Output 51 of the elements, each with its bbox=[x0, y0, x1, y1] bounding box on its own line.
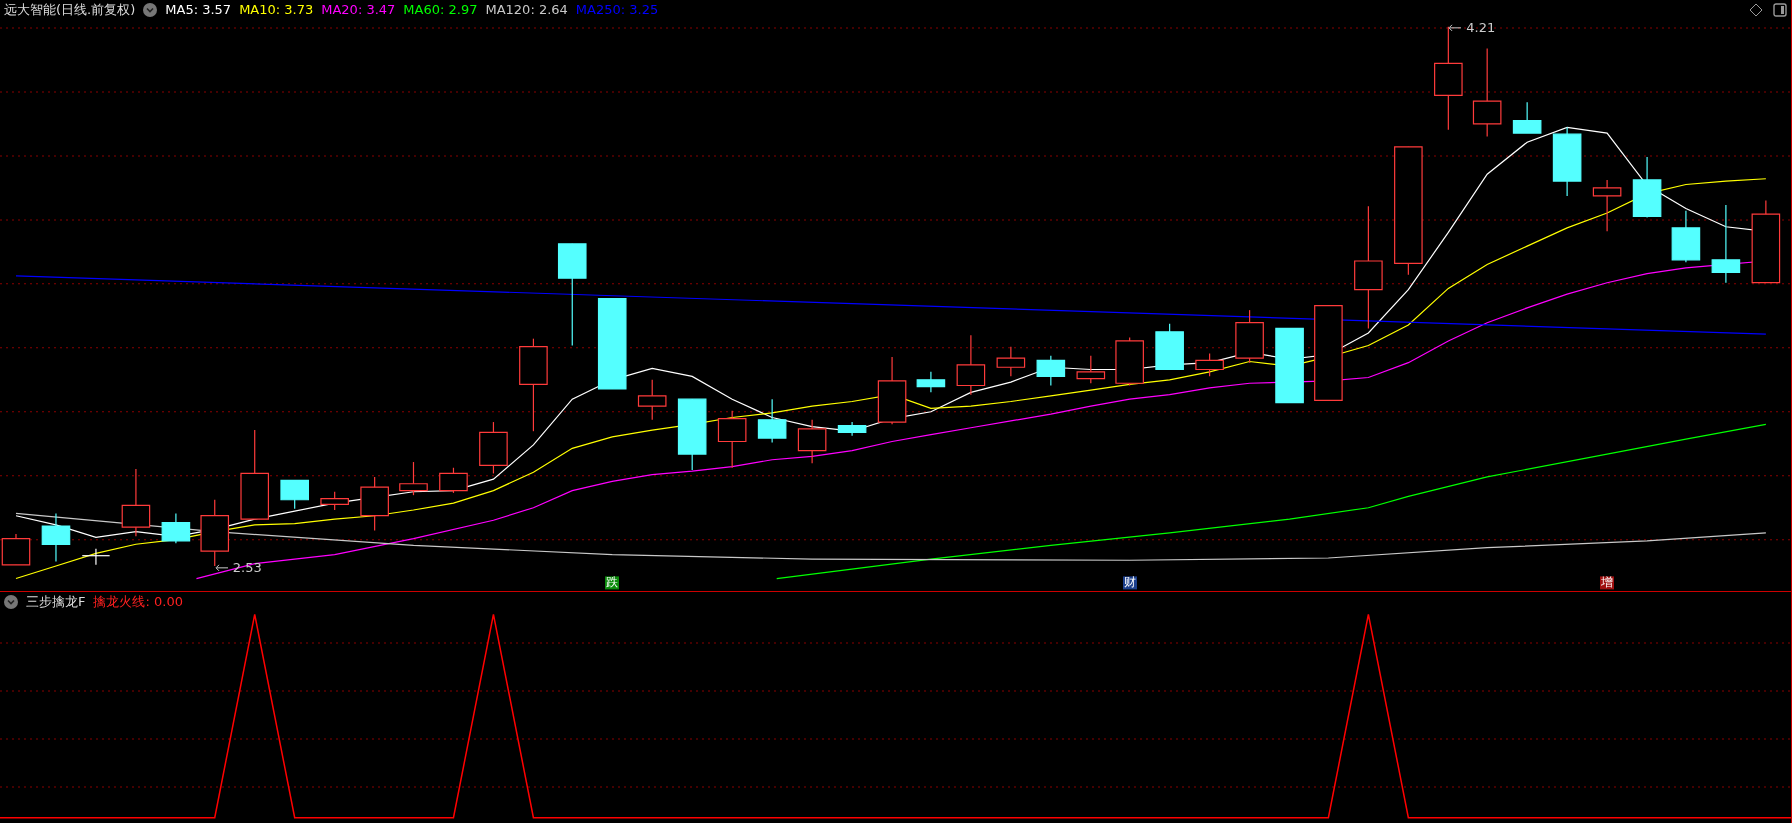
candlestick bbox=[996, 345, 1026, 377]
candlestick bbox=[1671, 210, 1701, 263]
candlestick bbox=[439, 467, 468, 494]
candlestick bbox=[161, 512, 191, 544]
candlestick bbox=[877, 356, 907, 425]
candlestick bbox=[956, 334, 986, 396]
diamond-icon[interactable] bbox=[1749, 2, 1763, 17]
panel-toggle-icon[interactable] bbox=[1773, 2, 1787, 17]
moving-average-value: MA10: 3.73 bbox=[239, 1, 314, 20]
candlestick bbox=[479, 421, 508, 474]
candlestick bbox=[320, 491, 349, 511]
candlestick bbox=[757, 398, 787, 444]
candlestick bbox=[1512, 101, 1542, 134]
indicator-value: 擒龙火线: 0.00 bbox=[93, 592, 183, 611]
candlestick bbox=[1076, 355, 1106, 384]
candlestick bbox=[637, 379, 667, 421]
candlestick bbox=[1632, 156, 1662, 219]
candlestick bbox=[41, 512, 71, 562]
candlestick bbox=[121, 468, 151, 537]
arrow-icon bbox=[1448, 23, 1463, 32]
candlestick bbox=[797, 419, 827, 464]
moving-average-value: MA120: 2.64 bbox=[485, 1, 568, 20]
candlestick bbox=[1592, 179, 1622, 232]
arrow-icon bbox=[214, 564, 229, 573]
candlestick bbox=[200, 499, 230, 567]
candlestick bbox=[399, 461, 428, 496]
price-label: 4.21 bbox=[1466, 20, 1496, 35]
moving-average-value: MA20: 3.47 bbox=[321, 1, 396, 20]
candlestick bbox=[1, 533, 31, 566]
candlestick bbox=[837, 421, 867, 437]
event-marker: 增 bbox=[1600, 576, 1615, 590]
candlestick bbox=[1195, 352, 1224, 377]
candlestick bbox=[1155, 323, 1184, 370]
candlestick bbox=[360, 476, 389, 532]
event-marker: 财 bbox=[1122, 576, 1137, 590]
candlestick bbox=[916, 371, 946, 393]
moving-average-value: MA5: 3.57 bbox=[165, 1, 232, 20]
stock-title: 远大智能(日线.前复权) bbox=[4, 1, 136, 20]
dropdown-icon[interactable] bbox=[4, 594, 18, 609]
candlestick bbox=[1552, 126, 1582, 197]
candlestick bbox=[717, 409, 747, 469]
moving-average-value: MA250: 3.25 bbox=[575, 1, 659, 20]
event-marker: 跌 bbox=[605, 576, 620, 590]
candlestick bbox=[1036, 355, 1066, 386]
candlestick bbox=[81, 548, 111, 566]
indicator-name: 三步擒龙F bbox=[26, 592, 86, 611]
dropdown-icon[interactable] bbox=[143, 2, 158, 17]
moving-average-value: MA60: 2.97 bbox=[403, 1, 478, 20]
candlestick bbox=[1115, 336, 1144, 386]
candlestick bbox=[280, 479, 309, 510]
candlestick bbox=[1235, 309, 1264, 364]
